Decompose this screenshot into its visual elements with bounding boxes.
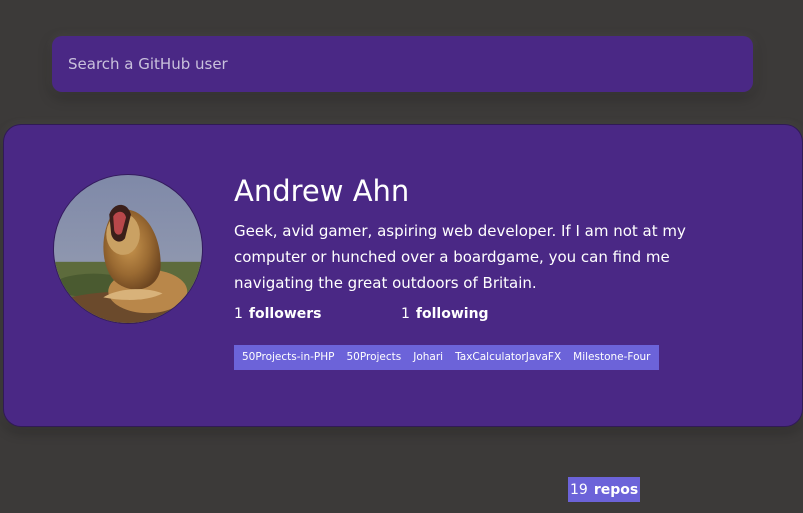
repo-link[interactable]: Johari: [407, 345, 449, 370]
repos-label: repos: [593, 481, 639, 498]
repo-link[interactable]: 50Projects: [340, 345, 407, 370]
user-stats: 1 followers 1 following 19 repos: [234, 303, 734, 502]
following-count: 1: [401, 306, 410, 322]
avatar: [53, 174, 203, 324]
followers-count: 1: [234, 306, 243, 322]
stat-following: 1 following: [401, 303, 489, 325]
followers-label: followers: [248, 306, 322, 322]
stat-followers: 1 followers: [234, 303, 322, 325]
user-bio: Geek, avid gamer, aspiring web developer…: [234, 222, 686, 292]
stat-repos: 19 repos: [568, 477, 641, 502]
repo-link[interactable]: Milestone-Four: [567, 345, 656, 370]
repo-list: 50Projects-in-PHP 50Projects Johari TaxC…: [234, 345, 659, 370]
user-card: Andrew Ahn Geek, avid gamer, aspiring we…: [3, 124, 803, 502]
search-input[interactable]: [52, 36, 753, 92]
user-info: Andrew Ahn Geek, avid gamer, aspiring we…: [234, 171, 734, 502]
following-label: following: [415, 306, 489, 322]
repo-link[interactable]: 50Projects-in-PHP: [236, 345, 340, 370]
search-form: [52, 36, 753, 92]
repo-link[interactable]: TaxCalculatorJavaFX: [449, 345, 567, 370]
lion-avatar-image: [54, 175, 202, 323]
user-name: Andrew Ahn: [234, 174, 410, 208]
repos-count: 19: [570, 481, 588, 498]
